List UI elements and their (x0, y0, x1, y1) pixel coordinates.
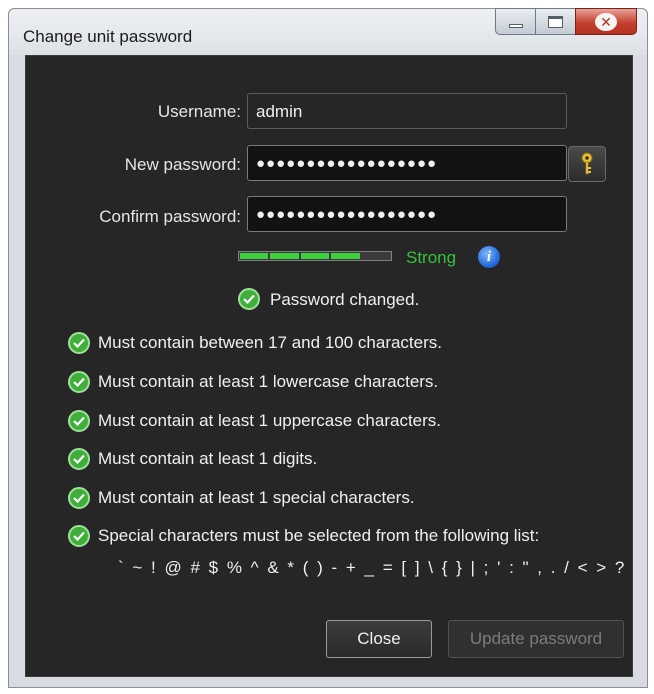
new-password-label: New password: (124, 155, 241, 174)
rule-item: Must contain at least 1 uppercase charac… (68, 408, 441, 434)
status-message: Password changed. (270, 290, 420, 309)
change-password-dialog: Change unit password ✕ Username: admin N… (8, 8, 648, 688)
strength-segment (361, 253, 391, 259)
rule-text: Must contain at least 1 uppercase charac… (98, 411, 442, 430)
rule-text: Special characters must be selected from… (98, 526, 540, 545)
close-icon: ✕ (595, 12, 617, 31)
rule-item: Must contain at least 1 special characte… (68, 485, 415, 511)
minimize-icon (508, 23, 523, 28)
confirm-password-label: Confirm password: (99, 207, 241, 226)
strength-segment (331, 253, 360, 259)
check-circle-icon (68, 487, 90, 509)
window-title: Change unit password (23, 27, 193, 46)
close-window-button[interactable]: ✕ (575, 8, 637, 35)
rule-text: Must contain at least 1 digits. (98, 449, 318, 468)
dialog-content: Username: admin New password: ●●●●●●●●●●… (25, 55, 633, 677)
check-circle-icon (68, 410, 90, 432)
check-circle-icon (68, 332, 90, 354)
close-button[interactable]: Close (326, 620, 432, 658)
strength-segment (240, 253, 269, 259)
username-field: admin (247, 93, 567, 129)
strength-segment (300, 253, 330, 259)
rule-text: Must contain between 17 and 100 characte… (98, 333, 442, 352)
username-label: Username: (157, 102, 241, 121)
new-password-input[interactable]: ●●●●●●●●●●●●●●●●●● (247, 145, 567, 181)
maximize-icon (548, 15, 563, 28)
password-strength-bar (238, 251, 392, 261)
rule-item: Must contain between 17 and 100 characte… (68, 330, 442, 356)
title-bar[interactable]: Change unit password ✕ (9, 8, 647, 55)
key-icon (581, 152, 593, 175)
check-circle-icon (68, 448, 90, 470)
window-controls: ✕ (495, 8, 637, 35)
success-check-icon (238, 288, 260, 310)
special-characters-list: ` ~ ! @ # $ % ^ & * ( ) - + _ = [ ] \ { … (118, 558, 627, 577)
check-circle-icon (68, 371, 90, 393)
password-strength-label: Strong (406, 248, 457, 267)
generate-password-button[interactable] (568, 146, 606, 182)
update-password-button[interactable]: Update password (448, 620, 624, 658)
confirm-password-input[interactable]: ●●●●●●●●●●●●●●●●●● (247, 196, 567, 232)
check-circle-icon (68, 525, 90, 547)
strength-segment (270, 253, 299, 259)
rule-text: Must contain at least 1 lowercase charac… (98, 372, 439, 391)
rule-item: Special characters must be selected from… (68, 523, 539, 549)
minimize-button[interactable] (495, 8, 535, 35)
info-icon[interactable]: i (478, 246, 500, 268)
rule-item: Must contain at least 1 lowercase charac… (68, 369, 438, 395)
rule-text: Must contain at least 1 special characte… (98, 488, 415, 507)
rule-item: Must contain at least 1 digits. (68, 446, 317, 472)
maximize-button[interactable] (535, 8, 575, 35)
